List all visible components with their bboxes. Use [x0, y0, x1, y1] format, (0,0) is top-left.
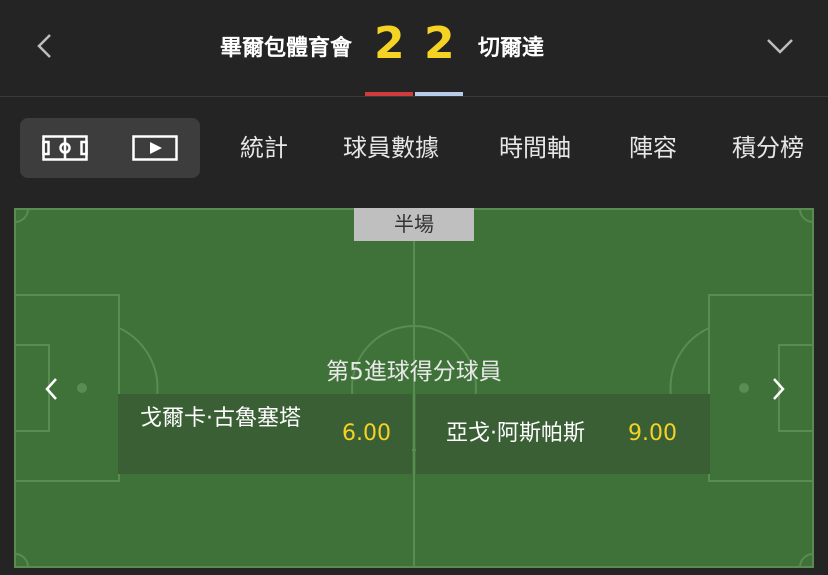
tab-standings[interactable]: 積分榜: [732, 132, 804, 164]
match-header: 畢爾包體育會 2 2 切爾達: [0, 0, 828, 96]
pitch-icon: [42, 135, 88, 161]
tab-timeline[interactable]: 時間軸: [499, 132, 571, 164]
home-team-name: 畢爾包體育會: [219, 36, 352, 61]
pitch-markings: [14, 208, 814, 568]
away-player-odds: 9.00: [628, 421, 677, 446]
pitch-panel: 半場 第5進球得分球員 戈爾卡·古魯塞塔 6.00 亞戈·阿斯帕斯 9.00: [14, 208, 814, 568]
tab-bar: 統計 球員數據 時間軸 陣容 積分榜: [0, 118, 828, 178]
tab-lineup[interactable]: 陣容: [629, 132, 677, 164]
home-scorer-option[interactable]: 戈爾卡·古魯塞塔 6.00: [118, 394, 412, 474]
home-player-name: 戈爾卡·古魯塞塔: [140, 406, 301, 431]
home-score: 2: [374, 18, 405, 69]
header-divider: [0, 96, 828, 97]
away-score: 2: [424, 18, 455, 69]
play-video-icon: [132, 135, 178, 161]
video-view-button[interactable]: [132, 135, 178, 161]
home-player-odds: 6.00: [342, 421, 391, 446]
scoreboard: 畢爾包體育會 2 2 切爾達: [0, 0, 828, 92]
period-label: 半場: [354, 208, 474, 241]
away-player-name: 亞戈·阿斯帕斯: [446, 421, 585, 446]
away-scorer-option[interactable]: 亞戈·阿斯帕斯 9.00: [416, 394, 710, 474]
collapse-button[interactable]: [760, 28, 800, 64]
pitch-view-button[interactable]: [42, 135, 88, 161]
market-title: 第5進球得分球員: [326, 359, 502, 385]
away-team-name: 切爾達: [478, 36, 545, 61]
tab-stats[interactable]: 統計: [240, 132, 288, 164]
chevron-down-icon: [767, 39, 793, 54]
tab-player-stats[interactable]: 球員數據: [343, 132, 439, 164]
